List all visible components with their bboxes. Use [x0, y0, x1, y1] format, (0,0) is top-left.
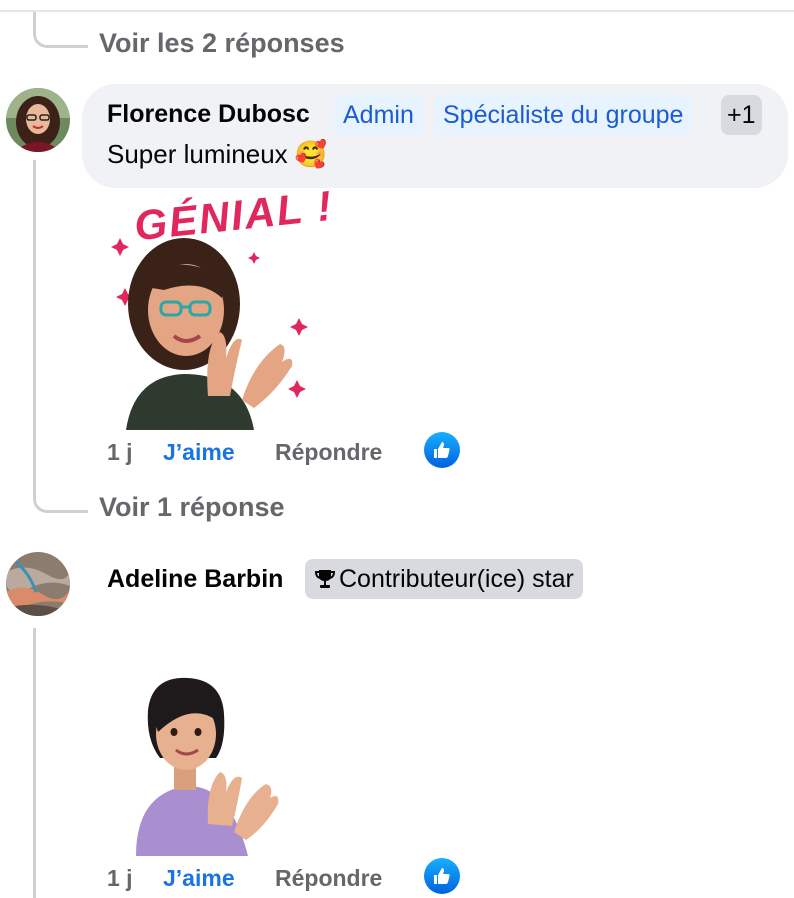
comment-timestamp[interactable]: 1 j: [107, 439, 133, 466]
comment-text: Super lumineux 🥰: [107, 139, 327, 170]
sticker-genial[interactable]: GÉNIAL !: [104, 182, 335, 430]
applause-avatar-sticker: [136, 677, 279, 856]
like-button[interactable]: J’aime: [163, 865, 235, 892]
reply-button[interactable]: Répondre: [275, 439, 382, 466]
comment-timestamp[interactable]: 1 j: [107, 865, 133, 892]
star-contributor-badge[interactable]: Contributeur(ice) star: [305, 559, 583, 599]
like-reaction-icon[interactable]: [424, 432, 460, 468]
badge-label: Contributeur(ice) star: [339, 565, 574, 593]
thread-connector: [33, 470, 88, 513]
sticker-applause[interactable]: [130, 674, 280, 856]
comment-text-content: Super lumineux: [107, 139, 288, 169]
view-replies-link[interactable]: Voir 1 réponse: [99, 492, 285, 523]
thread-line: [33, 628, 36, 898]
comment-author[interactable]: Adeline Barbin: [107, 565, 283, 594]
avatar-photo: [6, 88, 70, 152]
top-divider: [0, 10, 794, 12]
view-replies-link[interactable]: Voir les 2 réponses: [99, 28, 345, 59]
like-button[interactable]: J’aime: [163, 439, 235, 466]
more-badges-count[interactable]: +1: [721, 95, 762, 135]
comment-author[interactable]: Florence Dubosc: [107, 100, 310, 129]
smiling-hearts-emoji: 🥰: [294, 139, 328, 169]
thumbs-up-icon: [434, 442, 450, 458]
thread-connector: [33, 12, 88, 48]
reply-button[interactable]: Répondre: [275, 865, 382, 892]
thumbs-up-icon: [434, 868, 450, 884]
admin-badge[interactable]: Admin: [334, 95, 423, 135]
trophy-icon: [314, 570, 336, 588]
avatar[interactable]: [6, 88, 70, 152]
avatar[interactable]: [6, 552, 70, 616]
group-expert-badge[interactable]: Spécialiste du groupe: [434, 95, 693, 135]
avatar-photo: [6, 552, 70, 616]
thread-line: [33, 160, 36, 490]
like-reaction-icon[interactable]: [424, 858, 460, 894]
